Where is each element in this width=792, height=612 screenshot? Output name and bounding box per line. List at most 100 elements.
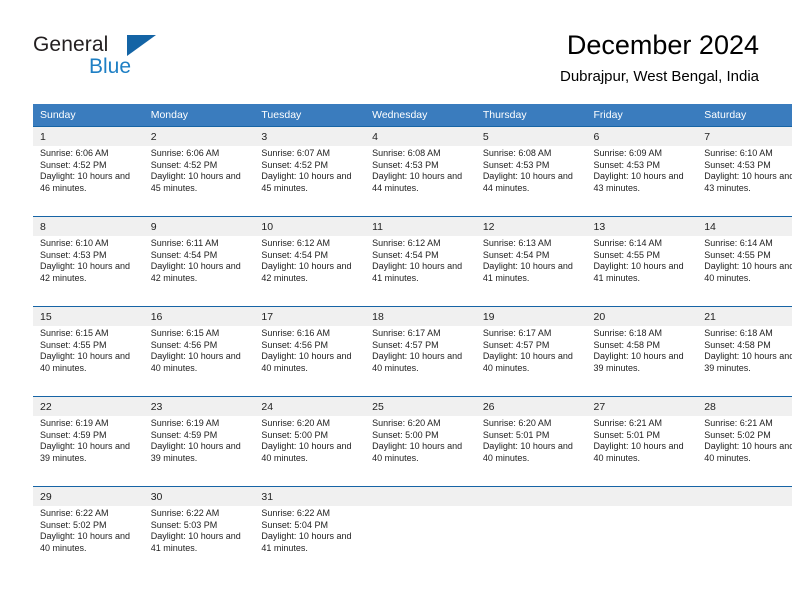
day-cell[interactable]: Sunrise: 6:06 AM Sunset: 4:52 PM Dayligh…: [143, 146, 255, 217]
sunrise-sunset-calendar: Sunday Monday Tuesday Wednesday Thursday…: [33, 104, 792, 576]
day-number[interactable]: 5: [475, 126, 587, 146]
daylight-text: Daylight: 10 hours and 40 minutes.: [372, 441, 463, 463]
day-cell[interactable]: Sunrise: 6:20 AM Sunset: 5:01 PM Dayligh…: [475, 416, 587, 487]
sunset-text: Sunset: 5:01 PM: [482, 429, 550, 440]
day-number[interactable]: 8: [33, 216, 144, 236]
day-cell[interactable]: Sunrise: 6:14 AM Sunset: 4:55 PM Dayligh…: [586, 236, 698, 307]
day-number[interactable]: 18: [365, 306, 476, 326]
sunset-text: Sunset: 4:53 PM: [372, 159, 439, 170]
daylight-text: Daylight: 10 hours and 39 minutes.: [704, 351, 792, 373]
day-cell[interactable]: Sunrise: 6:07 AM Sunset: 4:52 PM Dayligh…: [254, 146, 366, 217]
day-cell[interactable]: Sunrise: 6:14 AM Sunset: 4:55 PM Dayligh…: [697, 236, 792, 307]
day-number[interactable]: 26: [475, 396, 587, 416]
sunrise-text: Sunrise: 6:10 AM: [40, 238, 109, 248]
day-number[interactable]: 4: [365, 126, 476, 146]
day-number[interactable]: 7: [697, 126, 792, 146]
day-number[interactable]: 23: [143, 396, 255, 416]
day-number[interactable]: 20: [586, 306, 698, 326]
day-cell[interactable]: Sunrise: 6:06 AM Sunset: 4:52 PM Dayligh…: [33, 146, 144, 217]
day-number[interactable]: 2: [143, 126, 255, 146]
day-cell[interactable]: Sunrise: 6:18 AM Sunset: 4:58 PM Dayligh…: [586, 326, 698, 397]
daylight-text: Daylight: 10 hours and 40 minutes.: [482, 351, 573, 373]
week-detail-row: Sunrise: 6:15 AM Sunset: 4:55 PM Dayligh…: [33, 326, 792, 397]
sunset-text: Sunset: 4:52 PM: [150, 159, 218, 170]
sunrise-text: Sunrise: 6:06 AM: [150, 148, 220, 158]
day-cell[interactable]: Sunrise: 6:21 AM Sunset: 5:01 PM Dayligh…: [586, 416, 698, 487]
day-cell[interactable]: Sunrise: 6:20 AM Sunset: 5:00 PM Dayligh…: [254, 416, 366, 487]
brand-logo[interactable]: General Blue: [33, 33, 263, 88]
sunset-text: Sunset: 4:55 PM: [593, 249, 661, 260]
day-number[interactable]: 30: [143, 486, 255, 506]
sunset-text: Sunset: 4:53 PM: [704, 159, 771, 170]
day-cell[interactable]: Sunrise: 6:22 AM Sunset: 5:02 PM Dayligh…: [33, 506, 144, 576]
day-cell[interactable]: Sunrise: 6:15 AM Sunset: 4:56 PM Dayligh…: [143, 326, 255, 397]
day-cell[interactable]: Sunrise: 6:16 AM Sunset: 4:56 PM Dayligh…: [254, 326, 366, 397]
day-number[interactable]: 22: [33, 396, 144, 416]
day-number-empty: [586, 486, 698, 506]
day-cell[interactable]: Sunrise: 6:19 AM Sunset: 4:59 PM Dayligh…: [33, 416, 144, 487]
day-cell[interactable]: Sunrise: 6:13 AM Sunset: 4:54 PM Dayligh…: [475, 236, 587, 307]
day-cell[interactable]: Sunrise: 6:17 AM Sunset: 4:57 PM Dayligh…: [475, 326, 587, 397]
day-number[interactable]: 19: [475, 306, 587, 326]
day-number[interactable]: 21: [697, 306, 792, 326]
day-cell[interactable]: Sunrise: 6:19 AM Sunset: 4:59 PM Dayligh…: [143, 416, 255, 487]
day-number[interactable]: 10: [254, 216, 366, 236]
daylight-text: Daylight: 10 hours and 40 minutes.: [261, 351, 352, 373]
day-number[interactable]: 31: [254, 486, 366, 506]
day-cell[interactable]: Sunrise: 6:09 AM Sunset: 4:53 PM Dayligh…: [586, 146, 698, 217]
daylight-text: Daylight: 10 hours and 40 minutes.: [40, 531, 131, 553]
day-number[interactable]: 27: [586, 396, 698, 416]
day-number[interactable]: 1: [33, 126, 144, 146]
day-number[interactable]: 9: [143, 216, 255, 236]
day-cell[interactable]: Sunrise: 6:11 AM Sunset: 4:54 PM Dayligh…: [143, 236, 255, 307]
day-number[interactable]: 17: [254, 306, 366, 326]
day-number[interactable]: 25: [365, 396, 476, 416]
sunrise-text: Sunrise: 6:21 AM: [593, 418, 663, 428]
day-cell[interactable]: Sunrise: 6:17 AM Sunset: 4:57 PM Dayligh…: [365, 326, 476, 397]
day-number[interactable]: 28: [697, 396, 792, 416]
day-cell[interactable]: Sunrise: 6:21 AM Sunset: 5:02 PM Dayligh…: [697, 416, 792, 487]
daylight-text: Daylight: 10 hours and 40 minutes.: [704, 441, 792, 463]
week-row: 8 9 10 11 12 13 14: [33, 216, 792, 236]
day-number[interactable]: 14: [697, 216, 792, 236]
weekday-header-thursday: Thursday: [475, 104, 587, 127]
daylight-text: Daylight: 10 hours and 40 minutes.: [593, 441, 684, 463]
daylight-text: Daylight: 10 hours and 41 minutes.: [150, 531, 241, 553]
day-cell[interactable]: Sunrise: 6:15 AM Sunset: 4:55 PM Dayligh…: [33, 326, 144, 397]
day-number[interactable]: 13: [586, 216, 698, 236]
day-number[interactable]: 29: [33, 486, 144, 506]
day-cell[interactable]: Sunrise: 6:10 AM Sunset: 4:53 PM Dayligh…: [33, 236, 144, 307]
week-detail-row: Sunrise: 6:06 AM Sunset: 4:52 PM Dayligh…: [33, 146, 792, 217]
day-cell[interactable]: Sunrise: 6:10 AM Sunset: 4:53 PM Dayligh…: [697, 146, 792, 217]
day-number[interactable]: 3: [254, 126, 366, 146]
sunrise-text: Sunrise: 6:10 AM: [704, 148, 773, 158]
day-cell[interactable]: Sunrise: 6:12 AM Sunset: 4:54 PM Dayligh…: [254, 236, 366, 307]
day-number[interactable]: 11: [365, 216, 476, 236]
sunset-text: Sunset: 4:55 PM: [40, 339, 107, 350]
day-number[interactable]: 12: [475, 216, 587, 236]
day-number[interactable]: 6: [586, 126, 698, 146]
sunset-text: Sunset: 4:52 PM: [40, 159, 107, 170]
daylight-text: Daylight: 10 hours and 45 minutes.: [261, 171, 352, 193]
daylight-text: Daylight: 10 hours and 40 minutes.: [150, 351, 241, 373]
day-cell-empty: [697, 506, 792, 576]
day-cell[interactable]: Sunrise: 6:08 AM Sunset: 4:53 PM Dayligh…: [475, 146, 587, 217]
week-row: 15 16 17 18 19 20 21: [33, 306, 792, 326]
weekday-header-tuesday: Tuesday: [254, 104, 366, 127]
day-cell[interactable]: Sunrise: 6:20 AM Sunset: 5:00 PM Dayligh…: [365, 416, 476, 487]
day-cell-empty: [586, 506, 698, 576]
day-cell[interactable]: Sunrise: 6:22 AM Sunset: 5:04 PM Dayligh…: [254, 506, 366, 576]
sunrise-text: Sunrise: 6:14 AM: [704, 238, 773, 248]
day-number[interactable]: 24: [254, 396, 366, 416]
week-detail-row: Sunrise: 6:22 AM Sunset: 5:02 PM Dayligh…: [33, 506, 792, 576]
daylight-text: Daylight: 10 hours and 40 minutes.: [40, 351, 131, 373]
day-number[interactable]: 16: [143, 306, 255, 326]
day-cell[interactable]: Sunrise: 6:12 AM Sunset: 4:54 PM Dayligh…: [365, 236, 476, 307]
day-number[interactable]: 15: [33, 306, 144, 326]
week-detail-row: Sunrise: 6:19 AM Sunset: 4:59 PM Dayligh…: [33, 416, 792, 487]
day-cell[interactable]: Sunrise: 6:08 AM Sunset: 4:53 PM Dayligh…: [365, 146, 476, 217]
day-cell[interactable]: Sunrise: 6:22 AM Sunset: 5:03 PM Dayligh…: [143, 506, 255, 576]
day-cell[interactable]: Sunrise: 6:18 AM Sunset: 4:58 PM Dayligh…: [697, 326, 792, 397]
location-subtitle: Dubrajpur, West Bengal, India: [559, 68, 759, 85]
sunrise-text: Sunrise: 6:16 AM: [261, 328, 330, 338]
